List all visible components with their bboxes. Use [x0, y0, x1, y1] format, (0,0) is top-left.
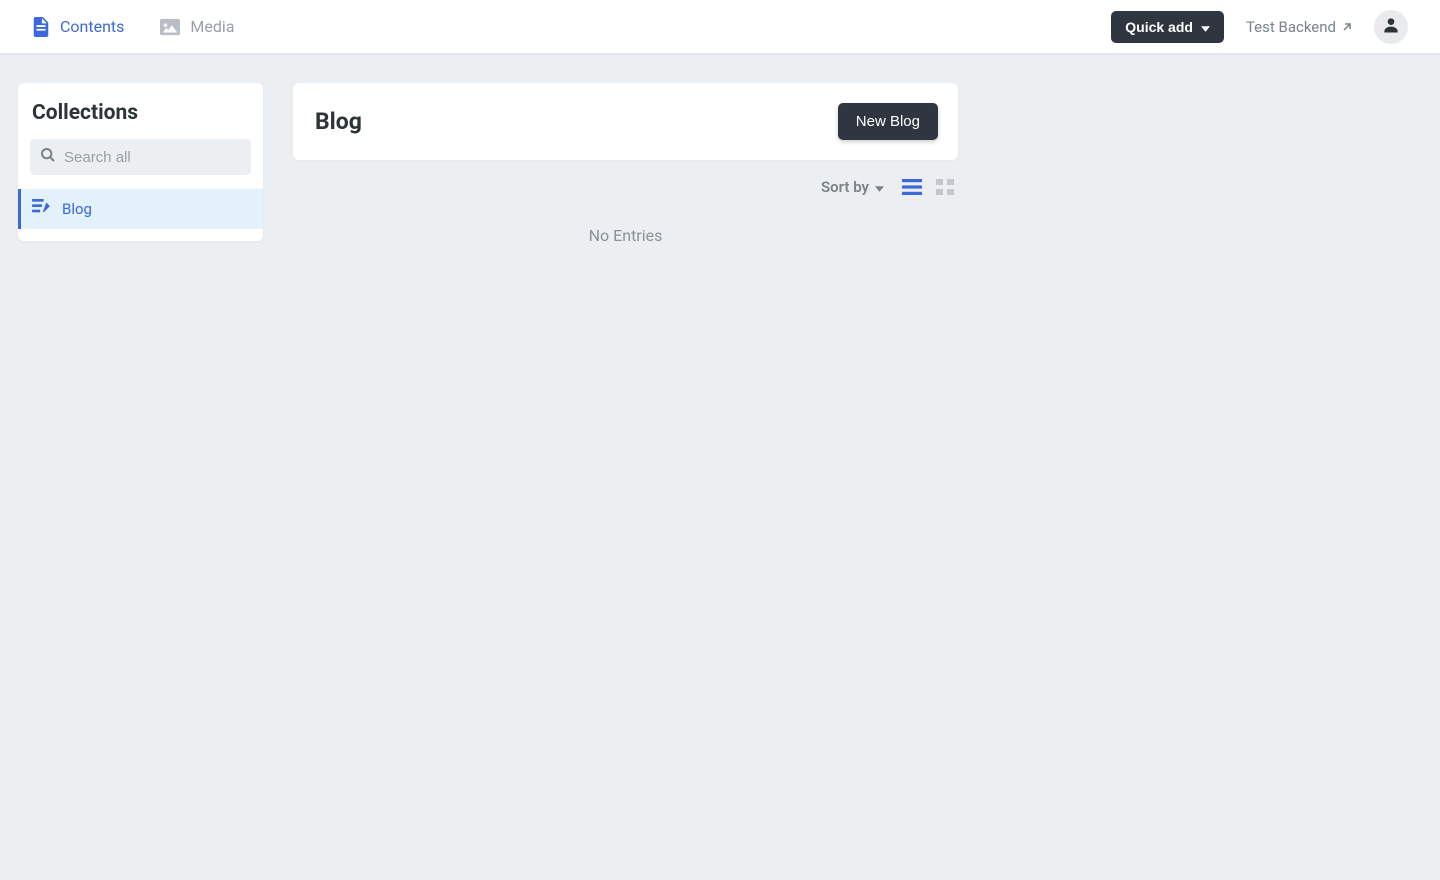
nav-media[interactable]: Media: [160, 17, 234, 37]
search-wrap: [30, 139, 251, 175]
test-backend-label: Test Backend: [1246, 18, 1336, 36]
search-input[interactable]: [64, 149, 241, 166]
nav-media-label: Media: [190, 17, 234, 36]
quick-add-button[interactable]: Quick add: [1111, 11, 1224, 43]
sort-by-label: Sort by: [821, 178, 869, 196]
main: Blog New Blog Sort by No Entries: [293, 83, 958, 269]
quick-add-label: Quick add: [1125, 19, 1193, 35]
nav-right: Quick add Test Backend: [1111, 10, 1408, 44]
user-icon: [1381, 15, 1401, 39]
caret-down-icon: [1201, 19, 1210, 35]
search-icon: [40, 147, 56, 167]
user-avatar[interactable]: [1374, 10, 1408, 44]
app-header: Contents Media Quick add Test Backend: [0, 0, 1440, 55]
nav-contents[interactable]: Contents: [32, 17, 124, 37]
caret-down-icon: [875, 178, 884, 196]
empty-state: No Entries: [293, 202, 958, 269]
sidebar-item-blog[interactable]: Blog: [18, 189, 263, 229]
nav-left: Contents Media: [32, 17, 235, 37]
list-toolbar: Sort by: [293, 160, 958, 202]
content-area: Collections Blog Blog New Blog Sort by: [0, 55, 1440, 269]
new-blog-button[interactable]: New Blog: [838, 103, 938, 140]
sort-by-dropdown[interactable]: Sort by: [821, 178, 884, 196]
nav-contents-label: Contents: [60, 17, 124, 36]
document-icon: [32, 17, 50, 37]
page-title: Blog: [315, 108, 362, 135]
external-link-icon: [1342, 18, 1352, 36]
test-backend-link[interactable]: Test Backend: [1246, 18, 1352, 36]
blog-icon: [32, 199, 50, 219]
sidebar-item-label: Blog: [62, 200, 92, 218]
image-icon: [160, 18, 180, 36]
collection-header-card: Blog New Blog: [293, 83, 958, 160]
list-view-button[interactable]: [902, 179, 922, 195]
grid-view-button[interactable]: [936, 179, 954, 195]
view-toggle: [902, 179, 954, 195]
sidebar: Collections Blog: [18, 83, 263, 241]
sidebar-title: Collections: [18, 83, 263, 139]
